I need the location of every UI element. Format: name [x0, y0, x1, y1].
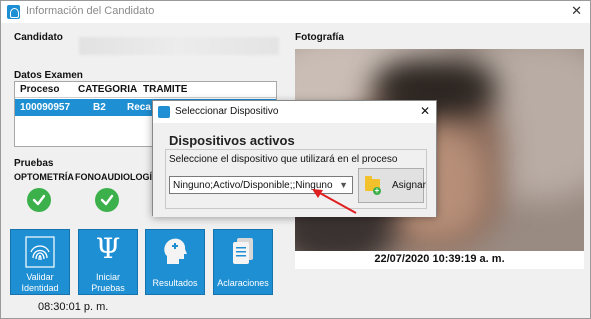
- test-fonoaudiologia-label: FONOAUDIOLOGÍA: [75, 172, 159, 182]
- dialog-title: Seleccionar Dispositivo: [175, 106, 279, 117]
- validate-identity-label-2: Identidad: [21, 283, 59, 293]
- dialog-close-button[interactable]: ✕: [420, 104, 430, 118]
- window-close-button[interactable]: ✕: [571, 3, 582, 19]
- exam-table-header: Proceso CATEGORIA TRAMITE: [15, 82, 276, 98]
- dialog-heading: Dispositivos activos: [169, 133, 295, 148]
- start-tests-button[interactable]: Ψ Iniciar Pruebas: [78, 229, 138, 295]
- assign-button-label: Asignar: [392, 180, 426, 191]
- head-plus-icon: [161, 236, 189, 269]
- select-device-dialog: Seleccionar Dispositivo ✕ Dispositivos a…: [152, 100, 437, 217]
- column-header-proceso: Proceso: [20, 84, 60, 95]
- test-optometria-label: OPTOMETRÍA: [14, 172, 74, 182]
- fonoaudiologia-check-icon: [95, 188, 119, 212]
- chevron-down-icon: ▼: [339, 180, 348, 190]
- dialog-body: Dispositivos activos Seleccione el dispo…: [153, 123, 436, 217]
- documents-icon: [229, 236, 257, 269]
- column-header-tramite: TRAMITE: [143, 84, 188, 95]
- results-label: Resultados: [152, 278, 198, 288]
- psi-icon: Ψ: [95, 232, 121, 265]
- device-select-value: Ninguno;Activo/Disponible;;Ninguno: [173, 180, 333, 191]
- start-tests-label-2: Pruebas: [91, 283, 125, 293]
- clarifications-button[interactable]: Aclaraciones: [213, 229, 273, 295]
- cell-tramite: Reca: [127, 102, 151, 113]
- cell-categoria: B2: [93, 102, 106, 113]
- window-title: Información del Candidato: [26, 5, 155, 17]
- clarifications-label: Aclaraciones: [217, 278, 269, 288]
- column-header-categoria: CATEGORIA: [78, 84, 138, 95]
- photo-label: Fotografía: [295, 32, 344, 43]
- dialog-prompt: Seleccione el dispositivo que utilizará …: [169, 154, 398, 165]
- title-bar: Información del Candidato ✕: [1, 1, 590, 23]
- clock: 08:30:01 p. m.: [38, 301, 109, 313]
- start-tests-label-1: Iniciar: [95, 272, 120, 282]
- plus-icon: +: [373, 186, 381, 195]
- candidate-label: Candidato: [14, 32, 63, 43]
- results-button[interactable]: Resultados: [145, 229, 205, 295]
- tests-label: Pruebas: [14, 158, 54, 169]
- device-select[interactable]: Ninguno;Activo/Disponible;;Ninguno ▼: [169, 176, 353, 194]
- photo-timestamp: 22/07/2020 10:39:19 a. m.: [295, 251, 584, 269]
- optometria-check-icon: [27, 188, 51, 212]
- assign-button[interactable]: + Asignar: [358, 168, 426, 203]
- validate-identity-button[interactable]: Validar Identidad: [10, 229, 70, 295]
- fingerprint-icon: [25, 236, 55, 271]
- app-icon: [7, 5, 20, 19]
- dialog-app-icon: [158, 106, 170, 118]
- exam-data-label: Datos Examen: [14, 70, 83, 81]
- cell-proceso: 100090957: [20, 102, 71, 113]
- candidate-name-redacted: [79, 37, 279, 55]
- validate-identity-label-1: Validar: [26, 272, 54, 282]
- dialog-title-bar: Seleccionar Dispositivo ✕: [153, 101, 436, 123]
